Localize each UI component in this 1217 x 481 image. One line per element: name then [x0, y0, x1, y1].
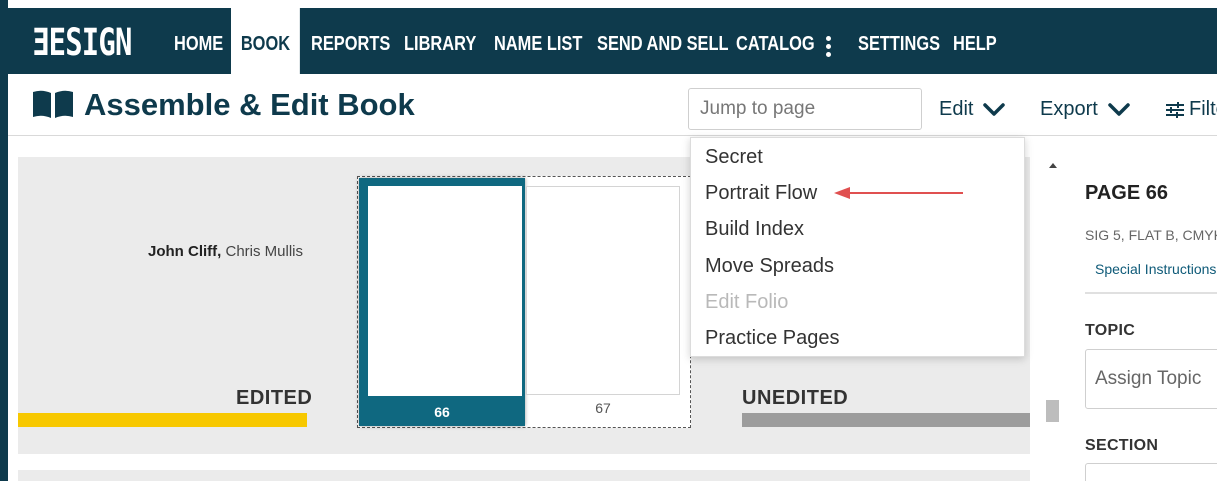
edit-menu-label: Edit — [939, 98, 974, 120]
special-instructions-link[interactable]: Special Instructions — [1095, 261, 1216, 277]
section-label: SECTION — [1085, 437, 1159, 454]
author-secondary: Chris Mullis — [221, 243, 304, 260]
page-details-title: PAGE 66 — [1085, 182, 1168, 204]
edited-status-bar — [18, 413, 307, 427]
menu-item-move-spreads[interactable]: Move Spreads — [705, 255, 834, 278]
nav-name-list[interactable]: NAME LIST — [494, 8, 582, 74]
unedited-label: UNEDITED — [742, 387, 849, 409]
book-open-icon — [33, 90, 73, 118]
page-thumbnail[interactable] — [526, 186, 680, 395]
nav-help[interactable]: HELP — [953, 8, 997, 74]
nav-settings[interactable]: SETTINGS — [858, 8, 940, 74]
nav-send-and-sell[interactable]: SEND AND SELL — [597, 8, 729, 74]
section-input[interactable] — [1085, 463, 1217, 481]
assign-topic-input[interactable] — [1085, 349, 1217, 409]
nav-reports[interactable]: REPORTS — [311, 8, 390, 74]
page-header: Assemble & Edit Book Edit Export Filter — [8, 74, 1217, 136]
chevron-down-icon — [1108, 102, 1130, 116]
spread-authors: John Cliff, Chris Mullis — [148, 243, 303, 260]
window-frame — [0, 0, 8, 481]
nav-library[interactable]: LIBRARY — [404, 8, 476, 74]
page-title: Assemble & Edit Book — [84, 87, 415, 122]
spread-row-next — [18, 470, 1030, 481]
vertical-scrollbar[interactable] — [1044, 157, 1062, 481]
page-details-meta: SIG 5, FLAT B, CMYK — [1085, 227, 1217, 243]
filter-button[interactable]: Filter — [1165, 98, 1217, 121]
menu-item-build-index[interactable]: Build Index — [705, 218, 804, 241]
unedited-status-bar — [742, 413, 1030, 427]
more-vertical-icon[interactable] — [826, 36, 832, 60]
author-primary: John Cliff, — [148, 243, 222, 260]
topic-label: TOPIC — [1085, 322, 1136, 339]
chevron-down-icon — [983, 102, 1006, 116]
page-thumbnail-selected[interactable]: 66 — [359, 178, 525, 426]
nav-home[interactable]: HOME — [174, 8, 223, 74]
page-number: 66 — [434, 404, 450, 420]
export-menu-label: Export — [1040, 98, 1098, 120]
nav-catalog[interactable]: CATALOG — [736, 8, 815, 74]
filter-label: Filter — [1189, 98, 1217, 120]
sliders-icon — [1166, 101, 1184, 118]
divider — [1085, 292, 1217, 294]
scrollbar-thumb[interactable] — [1046, 400, 1059, 422]
edit-menu-button[interactable]: Edit — [939, 98, 1006, 121]
edited-label: EDITED — [236, 387, 313, 409]
page-number: 67 — [595, 400, 611, 416]
annotation-arrow-icon — [834, 187, 963, 199]
page-sheet — [368, 186, 522, 396]
top-navigation: ƎESIGN HOME BOOK REPORTS LIBRARY NAME LI… — [8, 8, 1217, 74]
scroll-up-arrow-icon[interactable] — [1049, 163, 1057, 168]
menu-item-secret[interactable]: Secret — [705, 146, 763, 169]
jump-to-page-input[interactable] — [688, 88, 922, 130]
menu-item-portrait-flow[interactable]: Portrait Flow — [705, 182, 817, 205]
menu-item-edit-folio: Edit Folio — [705, 291, 789, 313]
nav-book[interactable]: BOOK — [231, 8, 300, 74]
export-menu-button[interactable]: Export — [1040, 98, 1130, 121]
brand-logo[interactable]: ƎESIGN — [32, 21, 132, 64]
edit-dropdown-menu: Secret Portrait Flow Build Index Move Sp… — [690, 137, 1025, 357]
menu-item-practice-pages[interactable]: Practice Pages — [705, 327, 840, 350]
